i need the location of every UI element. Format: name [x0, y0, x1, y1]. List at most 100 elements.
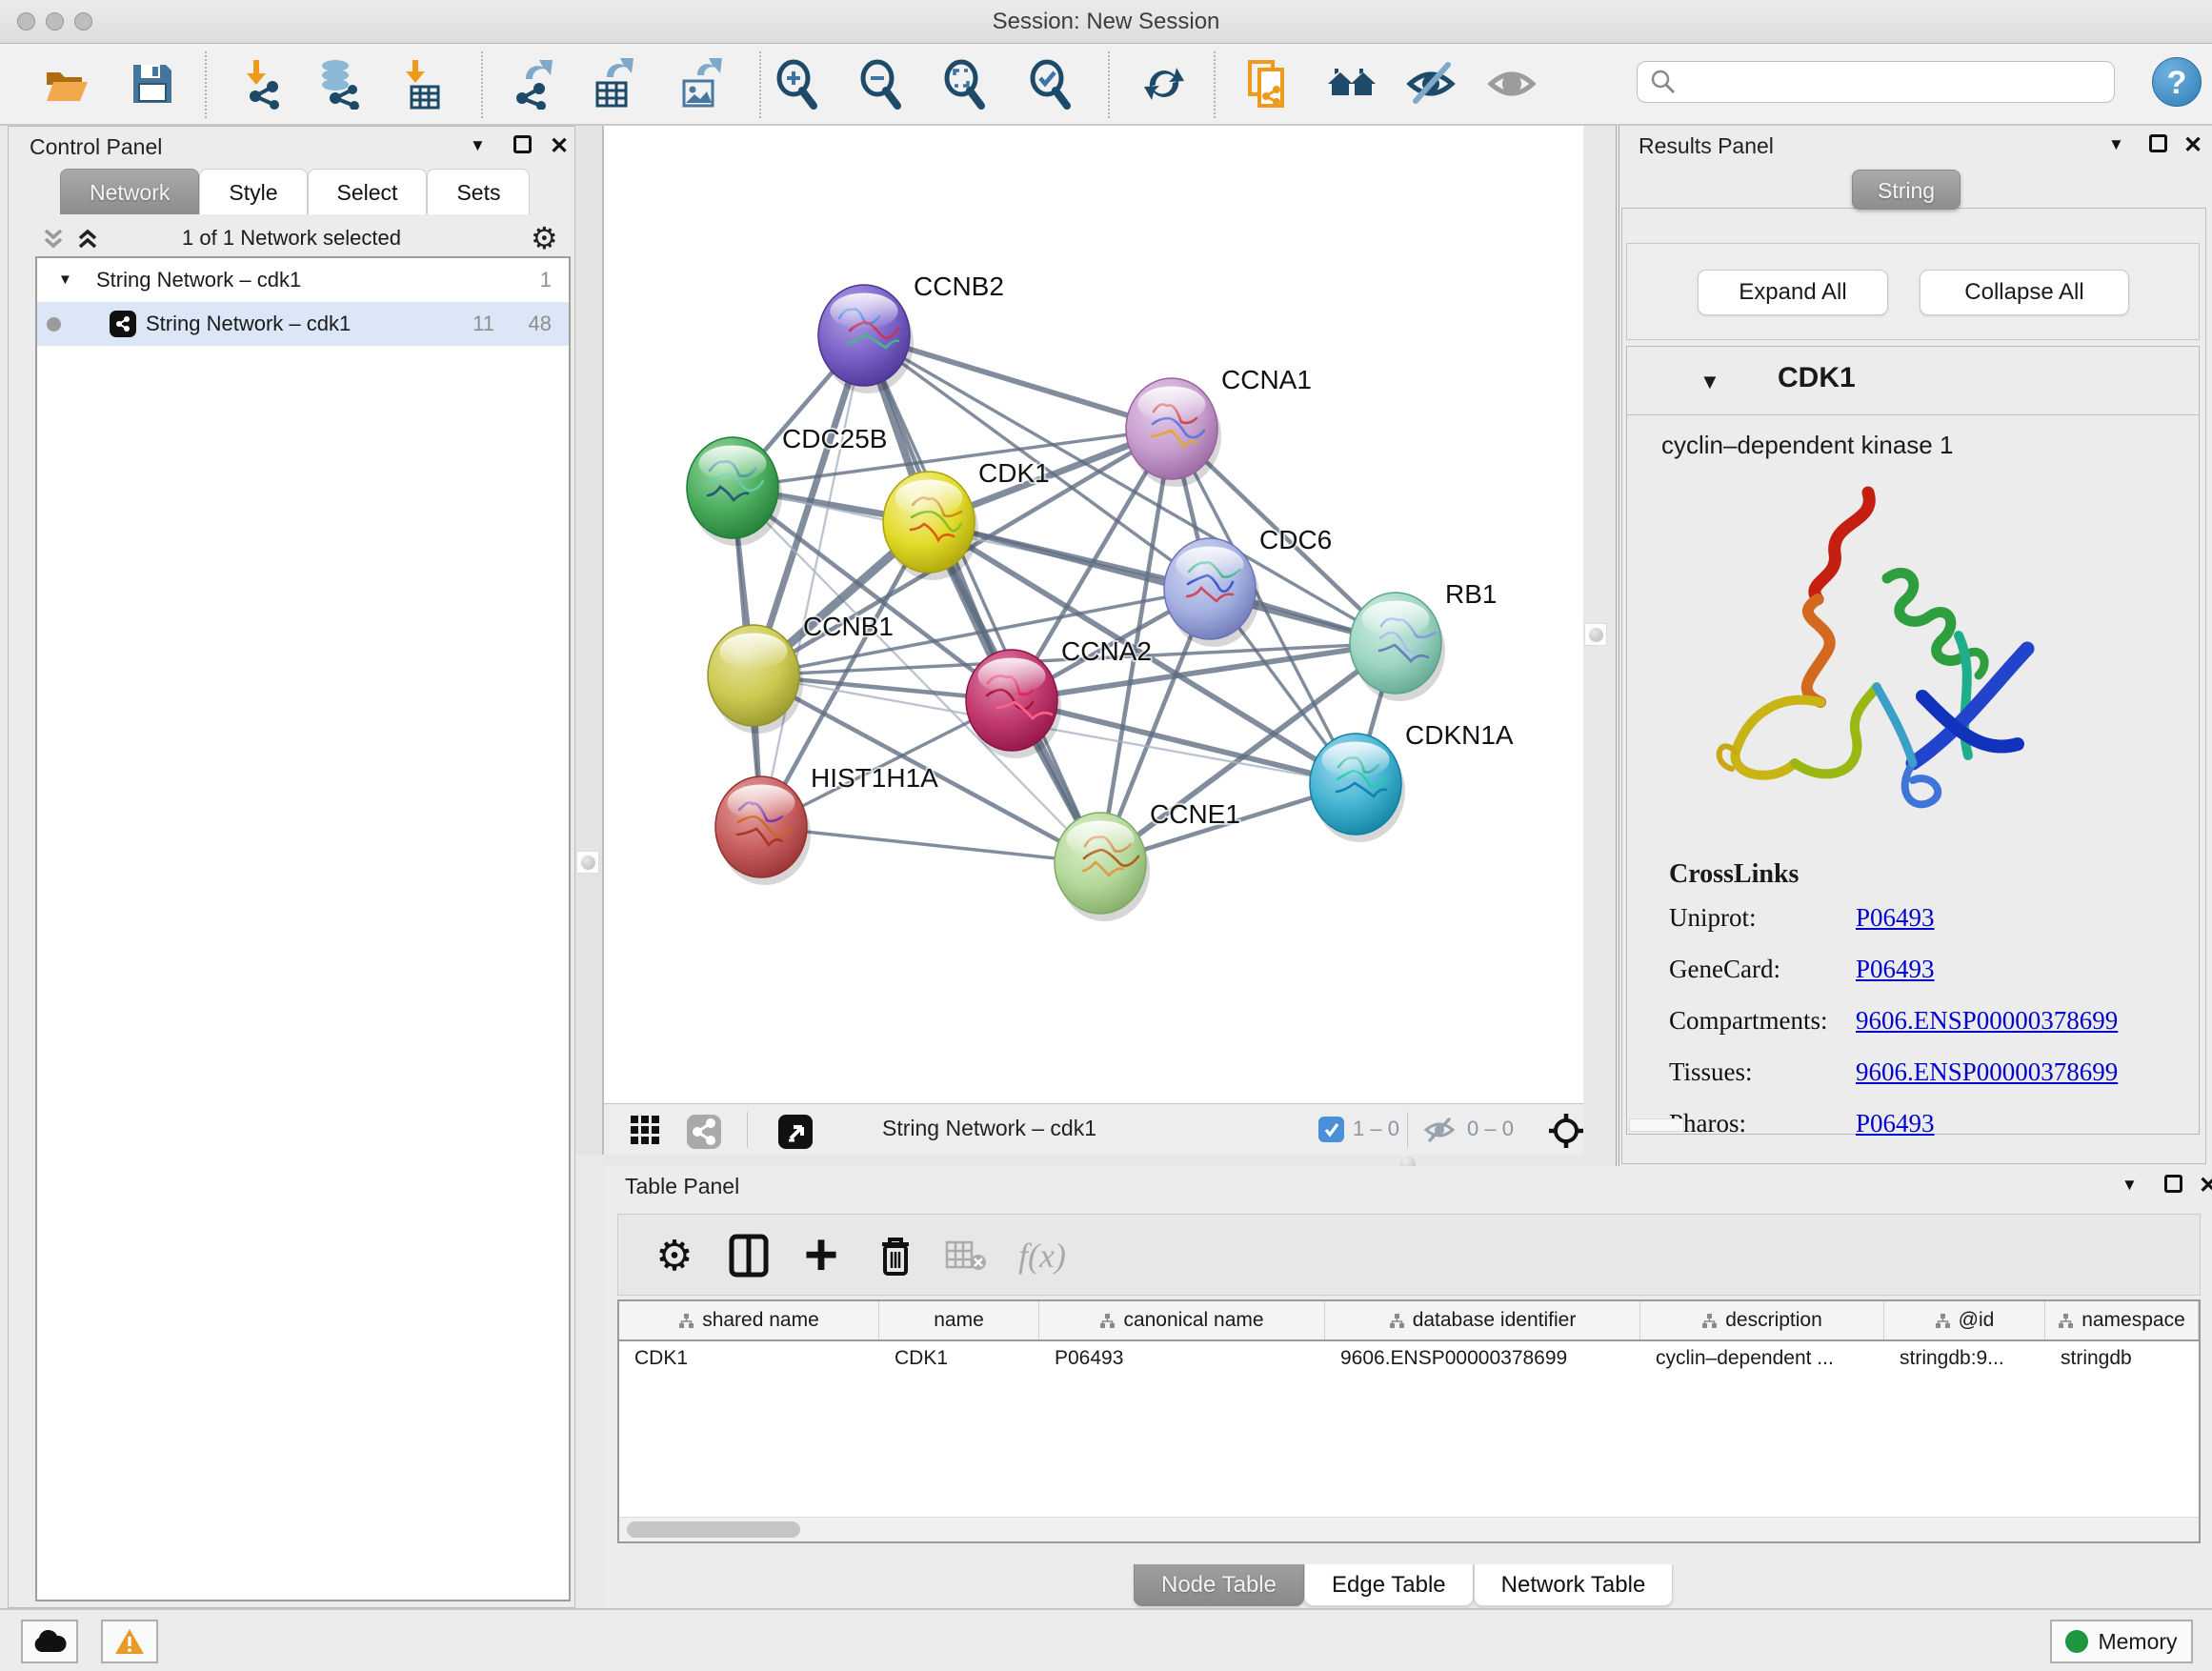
save-session-icon[interactable]: [126, 57, 179, 111]
panel-menu-icon[interactable]: ▼: [2108, 135, 2124, 154]
network-canvas[interactable]: CCNB2CCNA1CDC25BCDK1CDC6RB1CCNB1CCNA2CDK…: [604, 126, 1583, 1103]
left-splitter[interactable]: [575, 126, 604, 1155]
open-session-icon[interactable]: [40, 57, 93, 111]
genecard-link[interactable]: P06493: [1856, 955, 1935, 984]
table-cell[interactable]: 9606.ENSP00000378699: [1325, 1341, 1640, 1378]
network-row[interactable]: String Network – cdk1 11 48: [37, 302, 569, 346]
open-in-window-icon[interactable]: [777, 1114, 814, 1155]
network-node-hist1h1a[interactable]: [715, 776, 811, 885]
tab-select[interactable]: Select: [308, 169, 428, 214]
uniprot-link[interactable]: P06493: [1856, 903, 1935, 933]
delete-column-trash-icon[interactable]: [872, 1232, 919, 1279]
network-node-cdk1[interactable]: [883, 472, 978, 580]
scrollbar-thumb[interactable]: [627, 1521, 800, 1538]
network-graph[interactable]: CCNB2CCNA1CDC25BCDK1CDC6RB1CCNB1CCNA2CDK…: [604, 126, 1583, 1103]
left-splitter-handle[interactable]: [576, 851, 599, 874]
control-panel: Control Panel ▼ ✕ Network Style Select S…: [8, 126, 575, 1608]
import-table-icon[interactable]: [395, 57, 449, 111]
section-collapse-icon[interactable]: ▼: [1699, 370, 1720, 394]
table-cell[interactable]: cyclin–dependent ...: [1640, 1341, 1884, 1378]
column-header-name[interactable]: name: [879, 1301, 1039, 1339]
network-node-ccnb2[interactable]: [818, 285, 914, 393]
collapse-all-button[interactable]: Collapse All: [1920, 270, 2129, 315]
panel-float-icon[interactable]: [2164, 1175, 2182, 1193]
bottom-splitter[interactable]: [604, 1155, 1583, 1166]
network-node-cdkn1a[interactable]: [1310, 734, 1405, 842]
export-table-icon[interactable]: [585, 57, 638, 111]
memory-button[interactable]: Memory: [2050, 1620, 2193, 1663]
tab-string[interactable]: String: [1852, 170, 1961, 210]
export-image-icon[interactable]: [674, 57, 727, 111]
tissues-link[interactable]: 9606.ENSP00000378699: [1856, 1057, 2118, 1087]
home-view-icon[interactable]: [1325, 57, 1378, 111]
import-network-file-icon[interactable]: [237, 57, 291, 111]
table-row[interactable]: CDK1CDK1P064939606.ENSP00000378699cyclin…: [619, 1341, 2199, 1378]
export-network-icon[interactable]: [506, 57, 559, 111]
column-header-namespace[interactable]: namespace: [2045, 1301, 2199, 1339]
refresh-icon[interactable]: [1137, 57, 1191, 111]
table-options-gear-icon[interactable]: ⚙: [651, 1232, 698, 1279]
panel-close-icon[interactable]: ✕: [2183, 131, 2202, 159]
warning-button[interactable]: [101, 1620, 158, 1663]
hide-unhide-icon[interactable]: [1404, 57, 1458, 111]
tab-node-table[interactable]: Node Table: [1134, 1564, 1304, 1606]
search-input[interactable]: [1678, 70, 2114, 94]
panel-float-icon[interactable]: [2149, 134, 2167, 152]
import-network-database-icon[interactable]: [313, 57, 367, 111]
network-node-ccna1[interactable]: [1126, 378, 1221, 487]
toolbar-separator: [1108, 51, 1110, 118]
hidden-eye-icon[interactable]: [1423, 1117, 1456, 1148]
zoom-selected-icon[interactable]: [1024, 57, 1077, 111]
create-column-icon[interactable]: +: [797, 1232, 845, 1279]
pharos-link[interactable]: P06493: [1856, 1109, 1935, 1138]
selected-nodes-checkbox[interactable]: [1318, 1117, 1344, 1142]
cloud-status-button[interactable]: [21, 1620, 78, 1663]
zoom-in-icon[interactable]: [771, 57, 824, 111]
column-header-database-identifier[interactable]: database identifier: [1325, 1301, 1640, 1339]
table-cell[interactable]: stringdb:9...: [1884, 1341, 2045, 1378]
network-node-rb1[interactable]: [1350, 593, 1445, 701]
zoom-out-icon[interactable]: [855, 57, 908, 111]
tab-sets[interactable]: Sets: [427, 169, 530, 214]
help-button[interactable]: ?: [2152, 57, 2202, 107]
right-splitter-handle[interactable]: [1584, 623, 1607, 646]
network-collection-row[interactable]: ▼ String Network – cdk1 1: [37, 258, 569, 302]
tab-network[interactable]: Network: [60, 169, 199, 214]
table-hscrollbar[interactable]: [619, 1517, 2199, 1541]
birdseye-grid-icon[interactable]: [629, 1114, 661, 1151]
panel-menu-icon[interactable]: ▼: [2122, 1176, 2138, 1195]
gene-section-header[interactable]: ▼ CDK1: [1627, 347, 2199, 415]
tab-style[interactable]: Style: [199, 169, 307, 214]
network-edge[interactable]: [761, 335, 864, 827]
right-splitter[interactable]: [1583, 126, 1619, 1166]
network-options-gear-icon[interactable]: ⚙: [531, 220, 558, 256]
column-header--id[interactable]: @id: [1884, 1301, 2045, 1339]
search-field[interactable]: [1637, 61, 2115, 103]
column-header-shared-name[interactable]: shared name: [619, 1301, 879, 1339]
node-table-header: shared namenamecanonical namedatabase id…: [619, 1301, 2199, 1341]
network-node-cdc25b[interactable]: [687, 437, 782, 546]
panel-menu-icon[interactable]: ▼: [470, 136, 486, 155]
table-cell[interactable]: CDK1: [619, 1341, 879, 1378]
table-cell[interactable]: P06493: [1039, 1341, 1325, 1378]
column-header-description[interactable]: description: [1640, 1301, 1884, 1339]
column-header-canonical-name[interactable]: canonical name: [1039, 1301, 1325, 1339]
panel-close-icon[interactable]: ✕: [2199, 1172, 2212, 1199]
zoom-fit-icon[interactable]: [938, 57, 992, 111]
tree-expander-icon[interactable]: ▼: [58, 258, 72, 302]
clone-network-icon[interactable]: [1241, 57, 1295, 111]
table-cell[interactable]: CDK1: [879, 1341, 1039, 1378]
node-label: CCNE1: [1150, 799, 1240, 829]
expand-all-button[interactable]: Expand All: [1698, 270, 1888, 315]
fit-crosshair-icon[interactable]: [1547, 1112, 1585, 1155]
show-columns-icon[interactable]: [725, 1232, 773, 1279]
panel-float-icon[interactable]: [513, 135, 532, 153]
compartments-link[interactable]: 9606.ENSP00000378699: [1856, 1006, 2118, 1036]
tab-network-table[interactable]: Network Table: [1474, 1564, 1674, 1606]
panel-close-icon[interactable]: ✕: [550, 132, 569, 160]
network-edge[interactable]: [761, 827, 1100, 863]
tab-edge-table[interactable]: Edge Table: [1304, 1564, 1474, 1606]
network-share-icon[interactable]: [686, 1114, 722, 1155]
table-cell[interactable]: stringdb: [2045, 1341, 2199, 1378]
network-node-ccne1[interactable]: [1055, 813, 1150, 921]
